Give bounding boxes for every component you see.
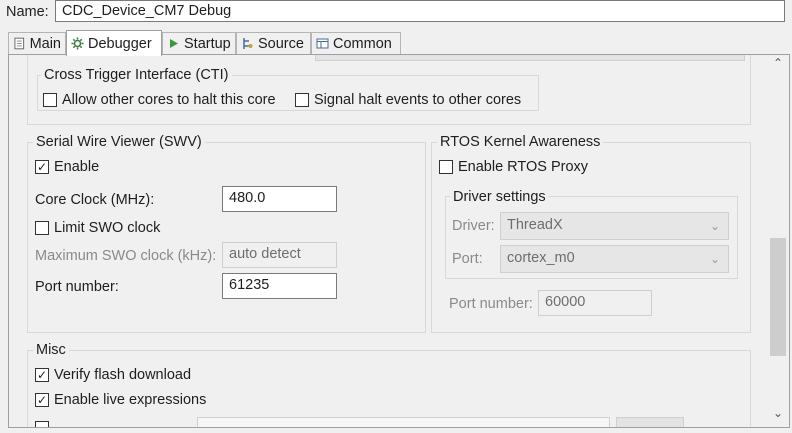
rtos-proxy-checkbox[interactable]: Enable RTOS Proxy — [439, 159, 588, 175]
driver-label: Driver: — [452, 218, 495, 234]
tab-debugger[interactable]: Debugger — [66, 30, 162, 56]
swv-port-label: Port number: — [35, 279, 119, 295]
play-icon — [170, 39, 178, 48]
chevron-up-icon[interactable]: ⌃ — [768, 56, 788, 74]
tab-main-label: Main — [29, 35, 61, 52]
allow-halt-checkbox[interactable]: Allow other cores to halt this core — [43, 92, 276, 108]
tab-main[interactable]: Main — [8, 32, 66, 54]
swv-enable-box[interactable]: ✓ — [35, 160, 49, 174]
allow-halt-box[interactable] — [43, 93, 57, 107]
clipped-checkbox[interactable] — [35, 421, 49, 427]
rtos-port-number-label: Port number: — [449, 296, 533, 312]
driver-settings-title: Driver settings — [450, 189, 549, 205]
rtos-group-title: RTOS Kernel Awareness — [437, 134, 604, 150]
debugger-gear-icon — [71, 37, 84, 50]
debugger-settings-panel: Cross Trigger Interface (CTI) Allow othe… — [8, 54, 790, 428]
tab-startup-label: Startup — [184, 35, 231, 52]
tab-debugger-label: Debugger — [88, 35, 152, 52]
chevron-down-icon: ⌄ — [709, 219, 720, 233]
chevron-down-icon[interactable]: ⌄ — [768, 406, 788, 424]
limit-swo-label: Limit SWO clock — [54, 220, 161, 236]
driver-select: ThreadX ⌄ — [500, 212, 729, 240]
limit-swo-box[interactable] — [35, 221, 49, 235]
verify-flash-box[interactable]: ✓ — [35, 368, 49, 382]
common-icon — [316, 38, 329, 49]
core-clock-input[interactable]: 480.0 — [222, 186, 337, 212]
swv-enable-label: Enable — [54, 159, 100, 175]
swv-port-input[interactable]: 61235 — [222, 273, 337, 299]
max-swo-input: auto detect — [222, 242, 337, 268]
swv-group-title: Serial Wire Viewer (SWV) — [33, 134, 205, 150]
limit-swo-checkbox[interactable]: Limit SWO clock — [35, 220, 160, 236]
verify-flash-checkbox[interactable]: ✓ Verify flash download — [35, 367, 191, 383]
misc-group-title: Misc — [33, 342, 69, 358]
clipped-button — [616, 417, 684, 427]
live-expressions-checkbox[interactable]: ✓ Enable live expressions — [35, 392, 206, 408]
swv-enable-checkbox[interactable]: ✓ Enable — [35, 159, 99, 175]
scrollbar-thumb[interactable] — [770, 238, 786, 356]
live-expressions-label: Enable live expressions — [54, 392, 207, 408]
tab-common-label: Common — [333, 35, 392, 52]
signal-halt-label: Signal halt events to other cores — [314, 92, 522, 108]
name-label: Name: — [6, 4, 49, 20]
page-icon — [14, 37, 25, 50]
vertical-scrollbar[interactable]: ⌃ ⌄ — [768, 56, 788, 426]
tab-startup[interactable]: Startup — [162, 32, 236, 54]
core-clock-label: Core Clock (MHz): — [35, 192, 155, 208]
signal-halt-box[interactable] — [295, 93, 309, 107]
rtos-port-label: Port: — [452, 251, 483, 267]
signal-halt-checkbox[interactable]: Signal halt events to other cores — [295, 92, 521, 108]
tab-source[interactable]: Source — [236, 32, 311, 54]
rtos-port-value: cortex_m0 — [507, 250, 575, 266]
cti-group-title: Cross Trigger Interface (CTI) — [41, 67, 232, 83]
live-expressions-box[interactable]: ✓ — [35, 393, 49, 407]
verify-flash-label: Verify flash download — [54, 367, 192, 383]
driver-value: ThreadX — [507, 217, 563, 233]
allow-halt-label: Allow other cores to halt this core — [62, 92, 276, 108]
tab-common[interactable]: Common — [311, 32, 401, 54]
source-icon — [243, 38, 253, 49]
chevron-down-icon: ⌄ — [709, 252, 720, 266]
configuration-name-input[interactable] — [55, 0, 785, 22]
rtos-port-number-input: 60000 — [538, 290, 652, 316]
clipped-input — [197, 417, 610, 427]
rtos-proxy-box[interactable] — [439, 160, 453, 174]
max-swo-label: Maximum SWO clock (kHz): — [35, 248, 217, 264]
tab-source-label: Source — [258, 35, 304, 52]
rtos-port-select: cortex_m0 ⌄ — [500, 245, 729, 273]
rtos-proxy-label: Enable RTOS Proxy — [458, 159, 589, 175]
